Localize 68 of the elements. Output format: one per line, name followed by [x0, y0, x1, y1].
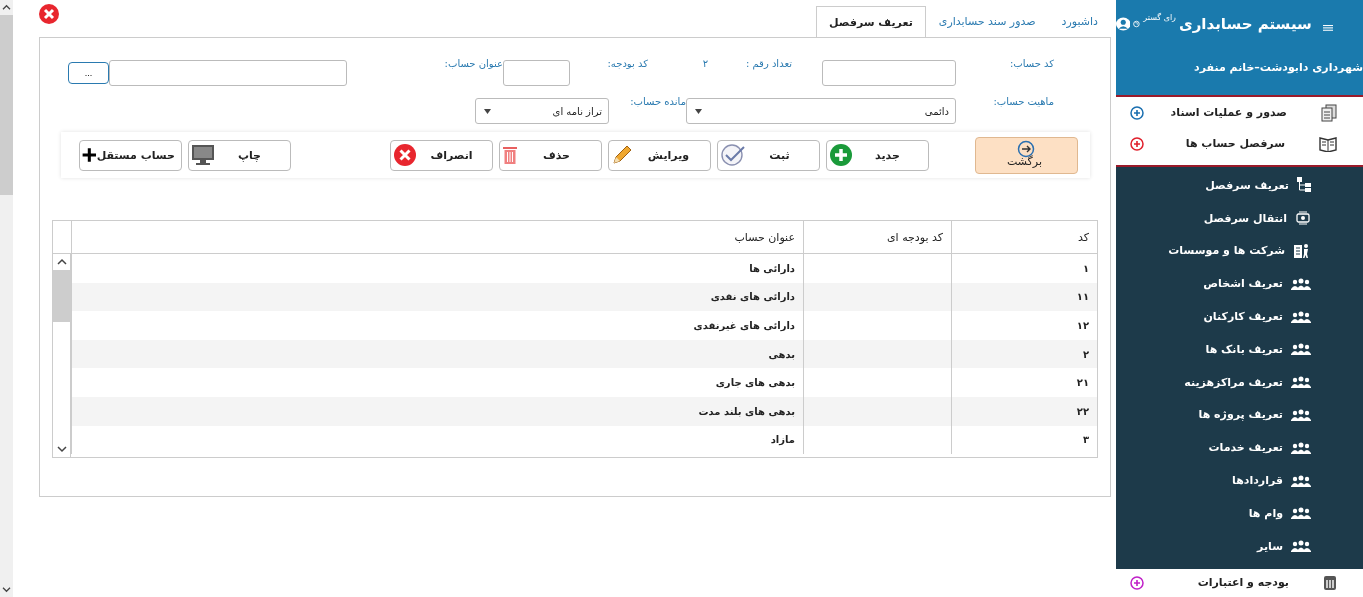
browse-button[interactable]: ... — [68, 62, 109, 84]
field-label: عنوان حساب: — [443, 58, 503, 69]
submenu-item[interactable]: تعریف اشخاص — [1116, 267, 1363, 301]
table-cell: بدهی های بلند مدت — [71, 396, 803, 426]
action-button[interactable]: ویرایش — [608, 139, 711, 171]
submenu-item[interactable]: وام ها — [1116, 496, 1363, 530]
account-nature-dropdown[interactable]: دائمی — [686, 98, 956, 124]
menu-section[interactable]: بودجه و اعتبارات — [1116, 568, 1363, 597]
submenu-label: تعریف کارکنان — [1203, 310, 1283, 324]
table-cell: بدهی های جاری — [71, 368, 803, 397]
field-label: تعداد رقم : — [744, 58, 792, 69]
submenu-item[interactable]: تعریف سرفصل — [1116, 169, 1363, 202]
digit-count-value: ۲ — [701, 58, 708, 69]
menu-section-label: بودجه و اعتبارات — [1196, 576, 1290, 590]
tab[interactable]: تعریف سرفصل — [816, 6, 926, 38]
brand-name: رای گستر — [1143, 13, 1176, 22]
field-label: کد حساب: — [1008, 58, 1054, 69]
field-label: ماهیت حساب: — [992, 96, 1054, 107]
submenu-label: وام ها — [1248, 506, 1283, 520]
submenu-label: سایر — [1257, 539, 1283, 553]
submenu-label: شرکت ها و موسسات — [1168, 244, 1285, 258]
menu-section[interactable]: سرفصل حساب ها — [1116, 128, 1363, 159]
submenu-item[interactable]: تعریف کارکنان — [1116, 300, 1363, 333]
submenu-label: انتقال سرفصل — [1203, 211, 1287, 225]
account-balance-dropdown[interactable]: تراز نامه ای — [475, 98, 609, 124]
action-button[interactable]: حذف — [499, 139, 602, 171]
submenu-label: تعریف مراکزهزینه — [1184, 375, 1283, 389]
table-cell: ۲۱ — [951, 368, 1097, 397]
submenu-label: تعریف خدمات — [1208, 441, 1283, 455]
submenu-item[interactable]: تعریف بانک ها — [1116, 333, 1363, 366]
field-label: کد بودجه: — [606, 58, 648, 69]
submenu-item[interactable]: سایر — [1116, 529, 1363, 563]
submenu-label: تعریف پروژه ها — [1198, 408, 1283, 422]
menu-section-label: سرفصل حساب ها — [1184, 137, 1286, 150]
action-button[interactable]: جدید — [826, 139, 929, 171]
action-button[interactable]: انصراف — [390, 139, 493, 171]
table-cell: مازاد — [71, 425, 803, 455]
submenu-label: تعریف بانک ها — [1205, 342, 1283, 356]
table-cell: بدهی — [71, 339, 803, 369]
submenu-item[interactable]: تعریف خدمات — [1116, 431, 1363, 465]
action-button[interactable]: چاپ — [188, 139, 291, 171]
field-label: مانده حساب: — [629, 96, 686, 107]
table-cell: ۳ — [951, 425, 1097, 455]
app-title: سیستم حسابداری — [1179, 15, 1312, 33]
menu-section[interactable]: صدور و عملیات اسناد — [1116, 97, 1363, 128]
table-cell: ۲ — [951, 339, 1097, 369]
submenu-item[interactable]: تعریف مراکزهزینه — [1116, 365, 1363, 399]
table-cell: ۱۲ — [951, 311, 1097, 340]
action-button[interactable]: برگشت — [975, 136, 1078, 174]
tab[interactable]: صدور سند حسابداری — [925, 6, 1049, 37]
table-cell: ۱ — [951, 254, 1097, 283]
organization-name: شهرداری دابودشت–خانم منفرد — [1193, 61, 1363, 74]
submenu-item[interactable]: تعریف پروژه ها — [1116, 398, 1363, 432]
table-cell: ۱۱ — [951, 282, 1097, 312]
menu-section-label: صدور و عملیات اسناد — [1169, 106, 1288, 119]
submenu-label: تعریف اشخاص — [1203, 277, 1283, 291]
submenu-item[interactable]: شرکت ها و موسسات — [1116, 234, 1363, 268]
submenu-item[interactable]: قراردادها — [1116, 464, 1363, 497]
submenu-label: قراردادها — [1232, 474, 1283, 488]
action-button[interactable]: حساب مستقل — [79, 139, 182, 171]
submenu-label: تعریف سرفصل — [1205, 178, 1289, 192]
column-header: عنوان حساب — [71, 221, 803, 253]
table-cell: ۲۲ — [951, 396, 1097, 426]
column-header: کد — [951, 221, 1097, 253]
action-button[interactable]: ثبت — [717, 139, 820, 171]
column-header: کد بودجه ای — [803, 221, 951, 253]
submenu-item[interactable]: انتقال سرفصل — [1116, 201, 1363, 235]
tab[interactable]: داشبورد — [1048, 6, 1111, 37]
